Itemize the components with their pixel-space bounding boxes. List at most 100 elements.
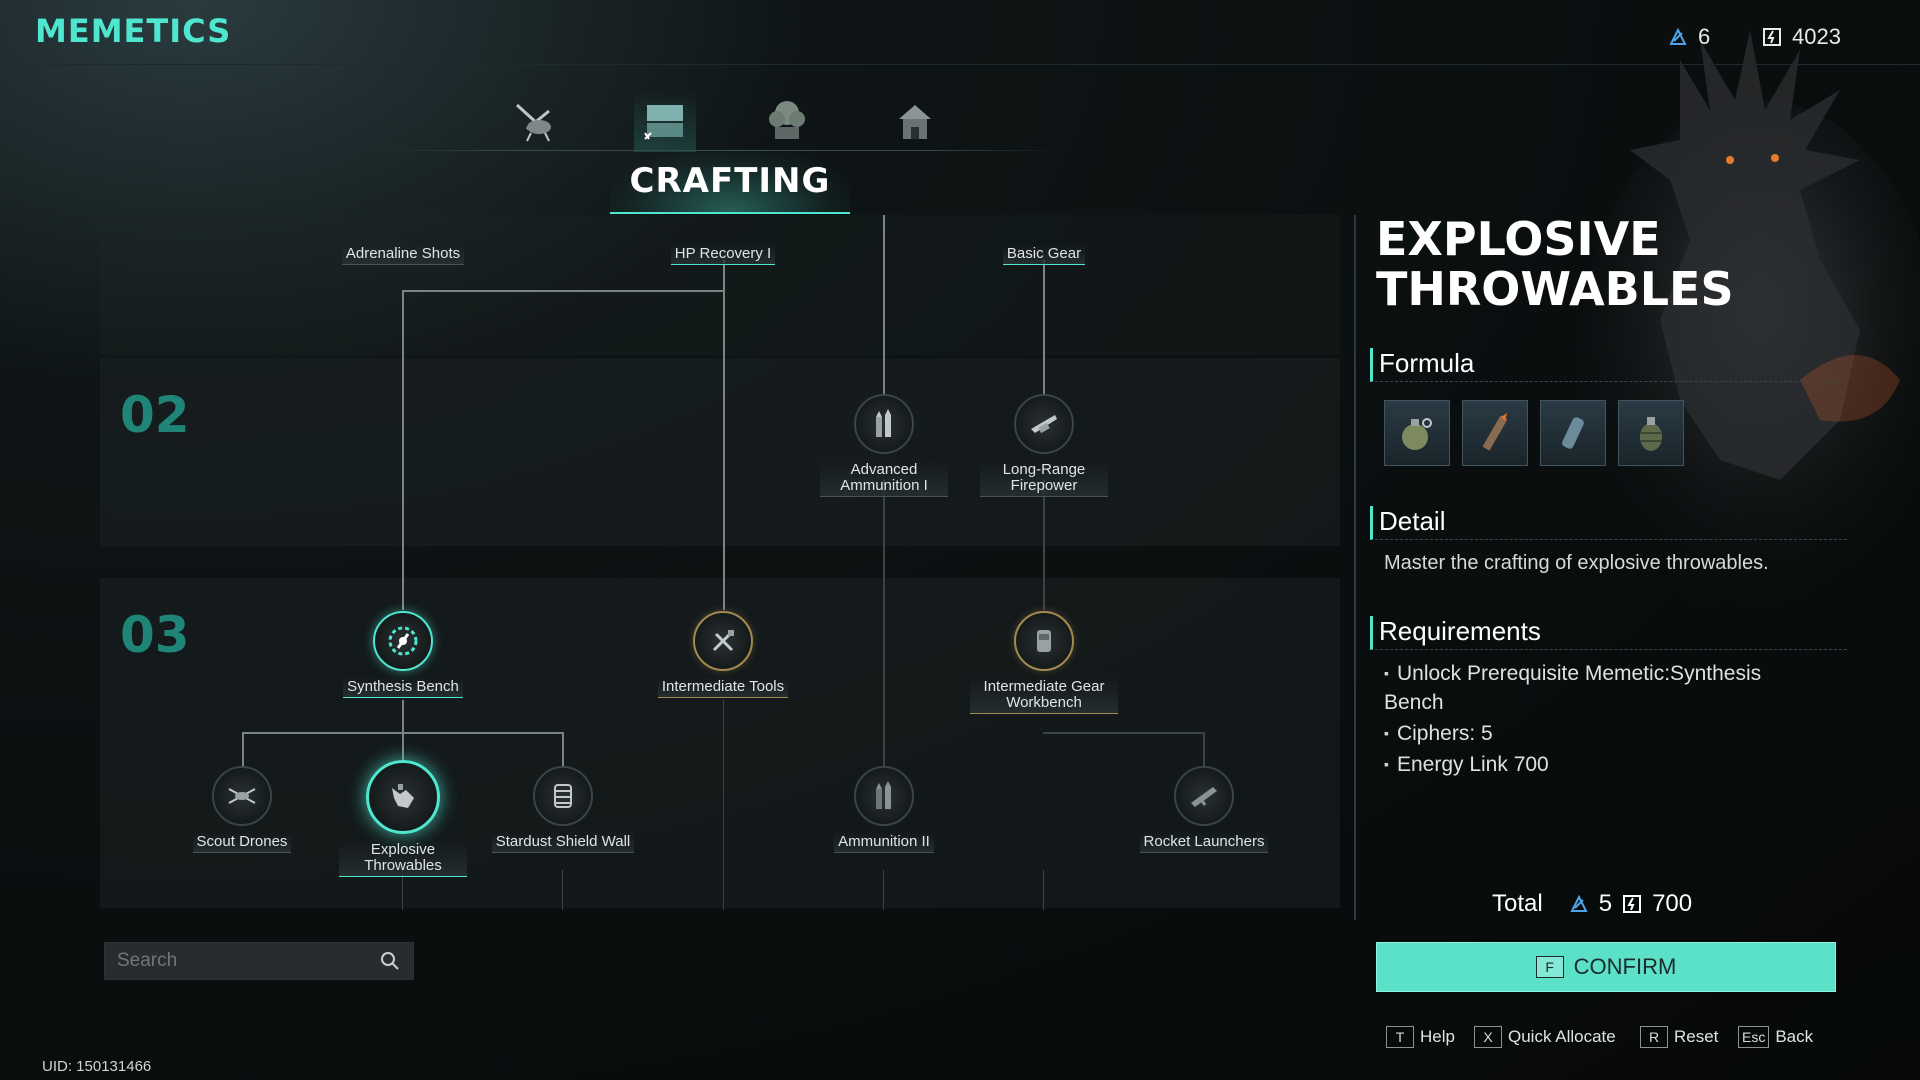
drone-icon bbox=[228, 788, 256, 804]
search-box[interactable] bbox=[104, 942, 414, 980]
connector bbox=[883, 870, 884, 910]
detail-title-line-1: EXPLOSIVE bbox=[1376, 212, 1661, 266]
tab-drones[interactable] bbox=[504, 90, 566, 152]
help-hint[interactable]: T Help bbox=[1386, 1026, 1455, 1048]
category-title: CRAFTING bbox=[610, 150, 850, 214]
hint-label: Reset bbox=[1674, 1027, 1719, 1046]
node-label: Ammunition II bbox=[834, 832, 934, 853]
tier-1-panel bbox=[100, 215, 1340, 355]
hint-key: T bbox=[1386, 1026, 1414, 1048]
formula-heading: Formula bbox=[1370, 348, 1847, 382]
search-input[interactable] bbox=[105, 949, 369, 973]
node-stardust-shield-wall[interactable]: Stardust Shield Wall bbox=[473, 766, 653, 853]
detail-heading: Detail bbox=[1370, 506, 1847, 540]
energy-link-counter: 4023 bbox=[1762, 24, 1841, 50]
requirements-heading: Requirements bbox=[1370, 616, 1847, 650]
connector bbox=[883, 215, 885, 395]
back-hint[interactable]: Esc Back bbox=[1738, 1026, 1813, 1048]
node-ammunition-2[interactable]: Ammunition II bbox=[794, 766, 974, 853]
node-label: Stardust Shield Wall bbox=[491, 832, 635, 853]
connector bbox=[883, 480, 885, 770]
node-advanced-ammunition-1[interactable]: Advanced Ammunition I bbox=[794, 394, 974, 497]
node-long-range-firepower[interactable]: Long-Range Firepower bbox=[954, 394, 1134, 497]
formula-slot[interactable] bbox=[1462, 400, 1528, 466]
confirm-label: CONFIRM bbox=[1573, 954, 1677, 979]
tier-3-label: 03 bbox=[120, 606, 190, 664]
node-explosive-throwables[interactable]: Explosive Throwables bbox=[313, 760, 493, 877]
cipher-count: 6 bbox=[1698, 24, 1711, 49]
node-intermediate-gear-workbench[interactable]: Intermediate Gear Workbench bbox=[954, 611, 1134, 714]
connector bbox=[402, 290, 725, 292]
reset-hint[interactable]: R Reset bbox=[1640, 1026, 1718, 1048]
gear-workbench-icon bbox=[1037, 630, 1051, 652]
connector bbox=[1043, 870, 1044, 910]
synthesis-bench-icon bbox=[388, 626, 418, 656]
quick-allocate-hint[interactable]: X Quick Allocate bbox=[1474, 1026, 1616, 1048]
node-intermediate-tools[interactable]: Intermediate Tools bbox=[633, 611, 813, 698]
cipher-icon bbox=[1669, 27, 1687, 45]
connector bbox=[1043, 732, 1205, 734]
requirement-item: Energy Link 700 bbox=[1384, 751, 1804, 780]
node-icon-frame bbox=[1174, 766, 1234, 826]
connector bbox=[1043, 480, 1045, 610]
house-icon bbox=[899, 105, 931, 139]
node-scout-drones[interactable]: Scout Drones bbox=[152, 766, 332, 853]
node-label: Scout Drones bbox=[192, 832, 292, 853]
confirm-key: F bbox=[1535, 956, 1564, 978]
energy-link-count: 4023 bbox=[1792, 24, 1841, 49]
confirm-button[interactable]: F CONFIRM bbox=[1376, 942, 1836, 992]
tab-housing[interactable] bbox=[884, 90, 946, 152]
node-label: Long-Range Firepower bbox=[980, 460, 1108, 497]
tier-2-panel: 02 bbox=[100, 358, 1340, 546]
rifle-icon bbox=[1031, 415, 1057, 434]
formula-slot[interactable] bbox=[1384, 400, 1450, 466]
page-title: MEMETICS bbox=[35, 12, 232, 50]
node-basic-gear[interactable]: Basic Gear bbox=[954, 238, 1134, 265]
node-icon-frame bbox=[212, 766, 272, 826]
explosive-throwables-icon bbox=[392, 784, 414, 808]
node-hp-recovery-1[interactable]: HP Recovery I bbox=[633, 238, 813, 265]
rocket-launcher-icon bbox=[1191, 787, 1217, 807]
node-label: HP Recovery I bbox=[670, 244, 776, 265]
ammunition-icon bbox=[876, 781, 891, 809]
drone-icon bbox=[515, 103, 551, 142]
shield-wall-icon bbox=[554, 784, 572, 808]
node-icon-frame bbox=[373, 611, 433, 671]
tab-garden[interactable] bbox=[756, 90, 818, 152]
node-label: Synthesis Bench bbox=[343, 677, 463, 698]
cipher-icon bbox=[1570, 894, 1588, 912]
connector bbox=[723, 290, 725, 610]
total-label: Total bbox=[1492, 890, 1543, 917]
node-label: Advanced Ammunition I bbox=[820, 460, 948, 497]
node-rocket-launchers[interactable]: Rocket Launchers bbox=[1114, 766, 1294, 853]
node-icon-frame bbox=[1014, 611, 1074, 671]
hint-label: Help bbox=[1420, 1027, 1455, 1046]
energy-link-icon bbox=[1763, 28, 1781, 46]
node-label: Explosive Throwables bbox=[339, 840, 467, 877]
node-icon-frame bbox=[854, 766, 914, 826]
node-adrenaline-shots[interactable]: Adrenaline Shots bbox=[313, 238, 493, 265]
node-label: Rocket Launchers bbox=[1139, 832, 1269, 853]
flare-icon bbox=[1482, 413, 1508, 451]
node-label: Adrenaline Shots bbox=[341, 244, 465, 265]
node-icon-frame bbox=[1014, 394, 1074, 454]
formula-slot[interactable] bbox=[1540, 400, 1606, 466]
tab-crafting[interactable] bbox=[634, 90, 696, 152]
node-label: Basic Gear bbox=[1002, 244, 1086, 265]
workbench-icon bbox=[644, 105, 683, 140]
node-synthesis-bench[interactable]: Synthesis Bench bbox=[313, 611, 493, 698]
header-divider bbox=[0, 64, 1920, 65]
user-id: UID: 150131466 bbox=[42, 1058, 152, 1075]
cipher-counter: 6 bbox=[1668, 24, 1710, 50]
hint-key: Esc bbox=[1738, 1026, 1770, 1048]
node-label: Intermediate Tools bbox=[657, 677, 789, 698]
search-icon[interactable] bbox=[379, 950, 401, 972]
hint-label: Quick Allocate bbox=[1508, 1027, 1616, 1046]
hint-key: X bbox=[1474, 1026, 1502, 1048]
total-energy: 700 bbox=[1652, 890, 1693, 917]
formula-slot[interactable] bbox=[1618, 400, 1684, 466]
tree-icon bbox=[769, 101, 805, 139]
detail-description: Master the crafting of explosive throwab… bbox=[1384, 552, 1769, 574]
total-ciphers: 5 bbox=[1598, 890, 1613, 917]
node-icon-frame bbox=[533, 766, 593, 826]
